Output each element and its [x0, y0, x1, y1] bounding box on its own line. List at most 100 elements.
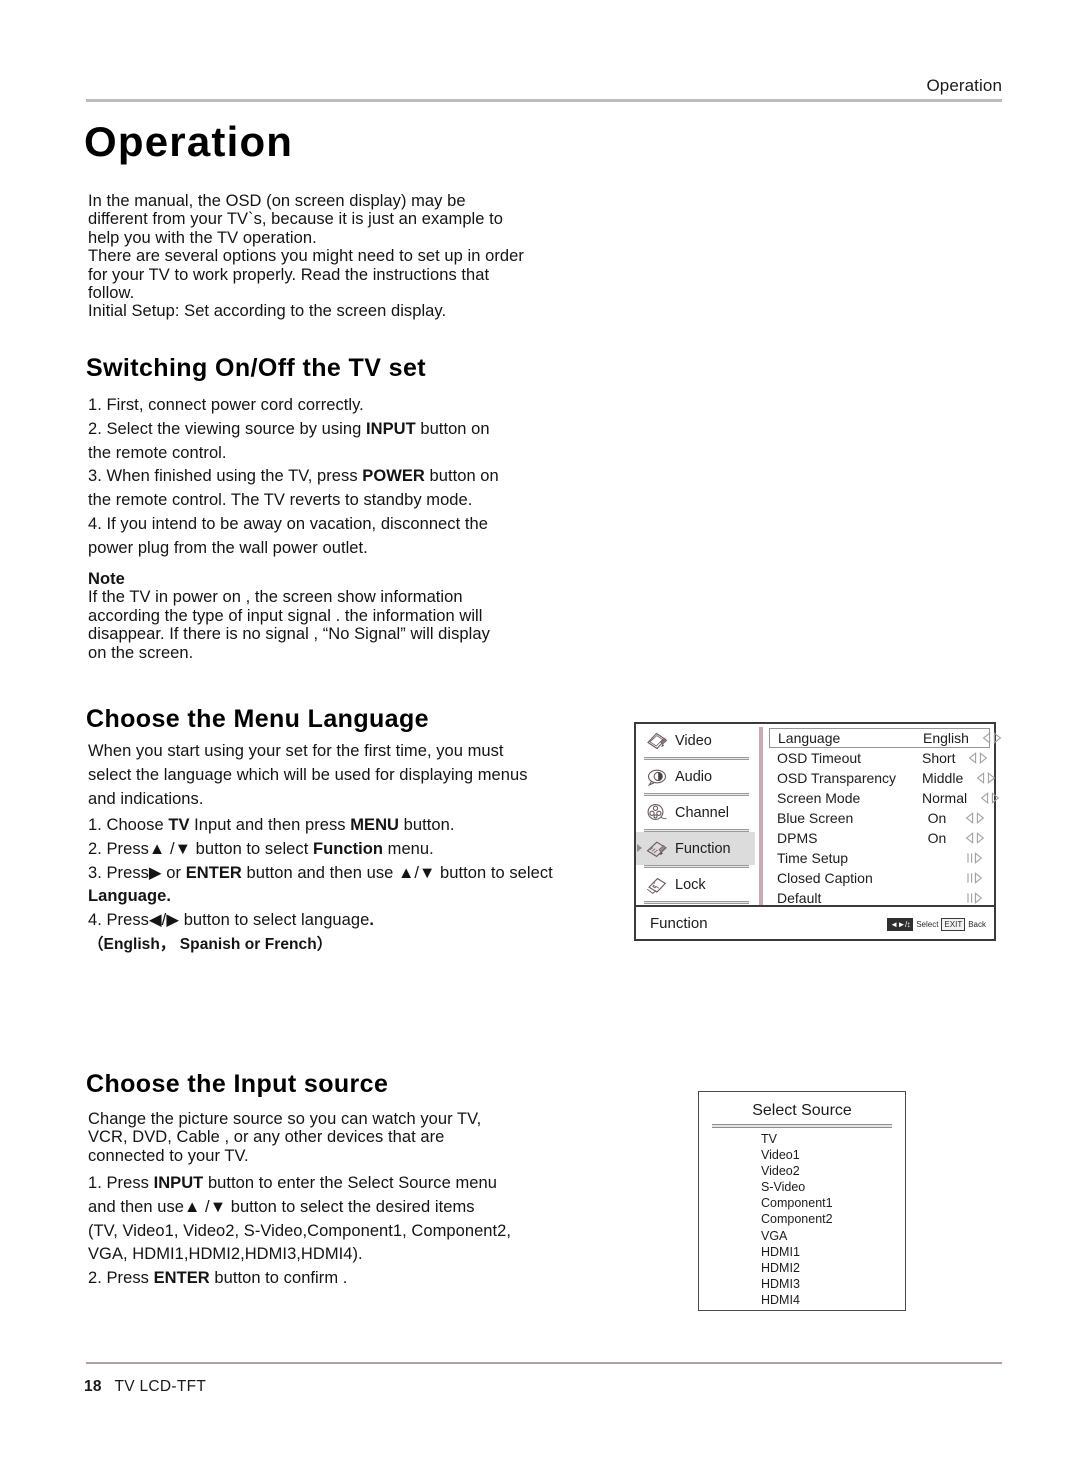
intro-line: for your TV to work properly. Read the i…	[88, 265, 490, 284]
arrow-right-icon: ▶	[166, 911, 180, 930]
intro-line: In the manual, the OSD (on screen displa…	[88, 192, 466, 210]
left-right-arrows-icon[interactable]	[952, 812, 986, 824]
osd-row-blue-screen[interactable]: Blue Screen On	[769, 808, 990, 828]
channel-icon	[647, 803, 667, 820]
osd-row-time-setup[interactable]: Time Setup	[769, 848, 990, 868]
select-source-item[interactable]: HDMI3	[761, 1276, 905, 1292]
intro-line: There are several options you might need…	[88, 247, 524, 266]
step-line: 1. Choose TV Input and then press MENU b…	[88, 816, 455, 834]
osd-sidebar-label: Function	[675, 840, 731, 857]
step-line: 1. First, connect power cord correctly.	[88, 396, 364, 414]
note-label: Note	[88, 570, 125, 588]
select-source-item[interactable]: Video2	[761, 1163, 905, 1179]
osd-menu-mockup: Video Audio Channel Function Lock Langua…	[634, 722, 1002, 941]
select-source-item[interactable]: HDMI2	[761, 1260, 905, 1276]
osd-row-osd-transparency[interactable]: OSD Transparency Middle	[769, 768, 996, 788]
left-right-arrows-icon[interactable]	[952, 832, 986, 844]
keyword-input: INPUT	[365, 419, 416, 438]
select-source-item[interactable]: HDMI4	[761, 1292, 905, 1308]
osd-sidebar-label: Video	[675, 732, 712, 749]
keyword-tv: TV	[168, 816, 190, 834]
intro-line: follow.	[88, 284, 135, 303]
left-right-arrows-icon[interactable]	[969, 732, 1003, 744]
osd-row-value: English	[923, 730, 969, 746]
osd-sidebar: Video Audio Channel Function Lock	[636, 724, 755, 905]
osd-row-osd-timeout[interactable]: OSD Timeout Short	[769, 748, 990, 768]
page-number: 18	[84, 1378, 102, 1395]
paragraph-line: When you start using your set for the fi…	[88, 742, 504, 760]
step-line: power plug from the wall power outlet.	[88, 538, 368, 557]
running-head: Operation	[926, 76, 1002, 95]
paragraph-line: VCR, DVD, Cable , or any other devices t…	[88, 1128, 445, 1147]
step-line: 2. Press ENTER button to confirm .	[88, 1269, 348, 1288]
osd-row-closed-caption[interactable]: Closed Caption	[769, 868, 990, 888]
header-divider	[86, 99, 1002, 102]
language-steps: 1. Choose TV Input and then press MENU b…	[88, 814, 628, 957]
step-line: and then use▲ /▼ button to select the de…	[88, 1197, 475, 1216]
step-line: 3. Press▶ or ENTER button and then use ▲…	[88, 863, 553, 882]
osd-row-dpms[interactable]: DPMS On	[769, 828, 990, 848]
page-title: Operation	[84, 118, 294, 165]
osd-row-name: Language	[778, 730, 841, 746]
keyword-function: Function	[312, 839, 384, 858]
note-block: Note If the TV in power on , the screen …	[88, 570, 608, 662]
note-line: according the type of input signal . the…	[88, 606, 483, 625]
left-right-arrows-icon[interactable]	[963, 772, 997, 784]
osd-sidebar-item-lock[interactable]: Lock	[636, 868, 755, 901]
osd-row-value: Middle	[922, 770, 964, 786]
osd-row-name: Closed Caption	[777, 870, 873, 886]
osd-row-name: DPMS	[777, 830, 818, 846]
step-line: 3. When finished using the TV, press POW…	[88, 467, 499, 486]
osd-row-name: Screen Mode	[777, 790, 861, 806]
select-source-list: TV Video1 Video2 S-Video Component1 Comp…	[699, 1131, 905, 1308]
osd-sidebar-item-channel[interactable]: Channel	[636, 796, 755, 829]
step-line: 4. Press◀/▶ button to select language.	[88, 911, 374, 930]
submenu-arrow-icon[interactable]	[952, 872, 986, 884]
paragraph-line: select the language which will be used f…	[88, 765, 528, 784]
arrow-down-icon: ▼	[419, 863, 436, 882]
keyword-language: Language.	[88, 887, 171, 906]
osd-footer: Function ◄►/↕ Select EXIT Back	[636, 905, 994, 939]
arrow-down-icon: ▼	[209, 1197, 227, 1216]
osd-footer-label: Function	[650, 914, 708, 932]
arrow-up-icon: ▲	[397, 863, 415, 882]
left-right-arrows-icon[interactable]	[955, 752, 989, 764]
osd-row-name: Time Setup	[777, 850, 849, 866]
select-source-item[interactable]: VGA	[761, 1228, 905, 1244]
osd-accent-divider	[759, 727, 763, 905]
arrow-right-icon: ▶	[148, 863, 162, 882]
osd-sidebar-divider	[644, 901, 749, 904]
paragraph-line: Change the picture source so you can wat…	[88, 1110, 482, 1128]
osd-key-hints: ◄►/↕ Select EXIT Back	[887, 917, 986, 931]
select-source-item[interactable]: HDMI1	[761, 1244, 905, 1260]
select-source-item[interactable]: Component2	[761, 1211, 905, 1227]
paragraph-line: and indications.	[88, 789, 204, 808]
osd-row-value: Short	[922, 750, 956, 766]
select-source-item[interactable]: Component1	[761, 1195, 905, 1211]
input-source-paragraph: Change the picture source so you can wat…	[88, 1110, 588, 1165]
osd-sidebar-item-function[interactable]: Function	[636, 832, 755, 865]
submenu-arrow-icon[interactable]	[952, 892, 986, 904]
step-line: (TV, Video1, Video2, S-Video,Component1,…	[88, 1221, 512, 1240]
osd-sidebar-item-video[interactable]: Video	[636, 724, 755, 757]
select-source-item[interactable]: S-Video	[761, 1179, 905, 1195]
language-options: （English， Spanish or French）	[88, 935, 333, 953]
osd-sidebar-item-audio[interactable]: Audio	[636, 760, 755, 793]
osd-body: Video Audio Channel Function Lock Langua…	[636, 724, 1002, 906]
step-line: 1. Press INPUT button to enter the Selec…	[88, 1174, 497, 1192]
select-source-item[interactable]: TV	[761, 1131, 905, 1147]
hint-select-label: Select	[916, 919, 939, 929]
submenu-arrow-icon[interactable]	[952, 852, 986, 864]
arrow-left-icon: ◀	[148, 911, 162, 930]
osd-row-screen-mode[interactable]: Screen Mode Normal	[769, 788, 1000, 808]
osd-row-value: On	[927, 810, 947, 826]
osd-row-language[interactable]: Language English	[769, 728, 1002, 748]
footer: 18 TV LCD-TFT	[84, 1378, 206, 1396]
switching-steps: 1. First, connect power cord correctly. …	[88, 394, 608, 561]
audio-icon	[647, 769, 667, 786]
left-right-arrows-icon[interactable]	[967, 792, 1001, 804]
select-source-item[interactable]: Video1	[761, 1147, 905, 1163]
osd-row-name: OSD Transparency	[777, 770, 897, 786]
keyword-input: INPUT	[153, 1174, 204, 1192]
note-line: on the screen.	[88, 643, 194, 662]
